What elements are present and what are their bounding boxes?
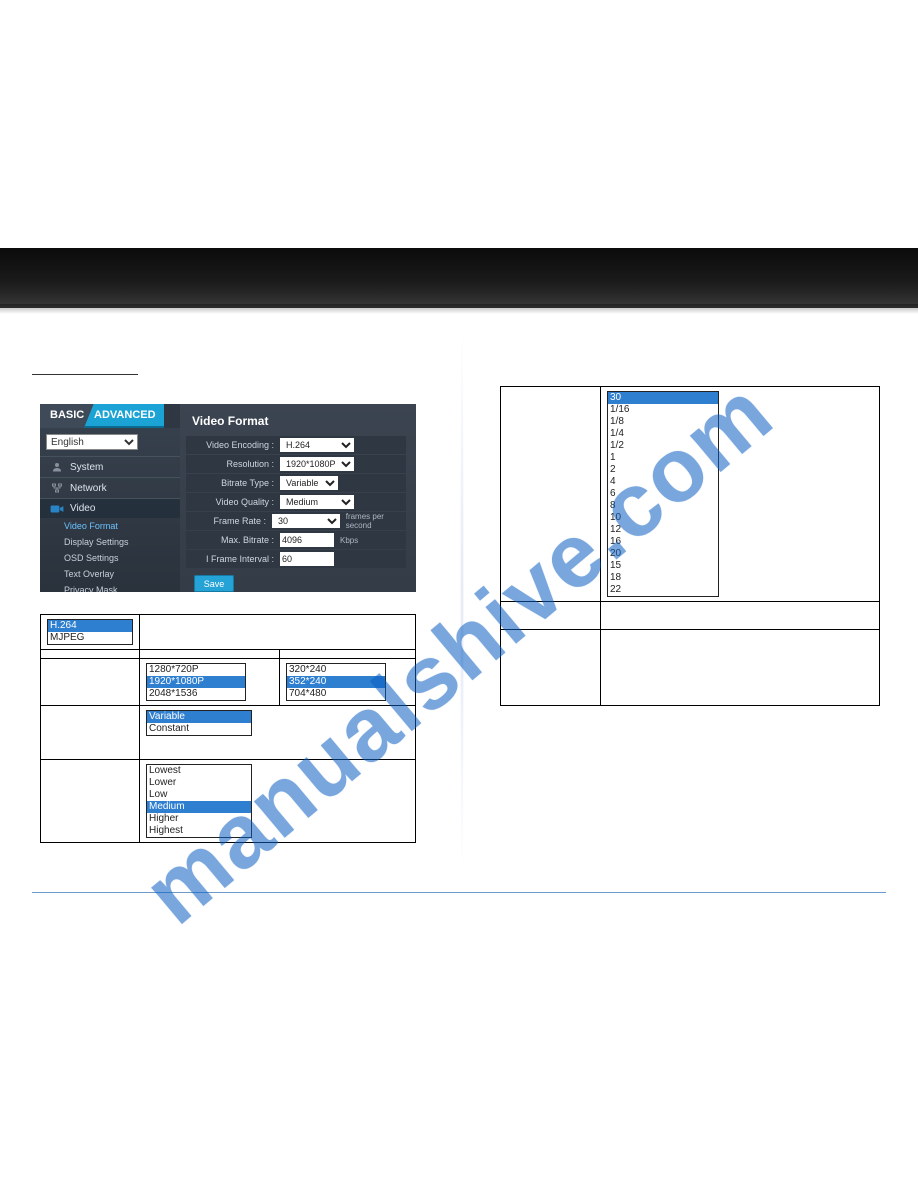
subitem-privacy-mask[interactable]: Privacy Mask [40,582,180,592]
option-item[interactable]: Low [147,789,251,801]
row-resolution: Resolution : 1920*1080P [186,455,406,473]
option-item[interactable]: 320*240 [287,664,385,676]
select-resolution[interactable]: 1920*1080P [280,457,354,471]
select-video-quality[interactable]: Medium [280,495,354,509]
option-item[interactable]: Lower [147,777,251,789]
option-item[interactable]: 1/2 [608,440,718,452]
option-item[interactable]: 704*480 [287,688,385,700]
unit-max-bitrate: Kbps [340,536,358,545]
select-bitrate-type[interactable]: Variable [280,476,338,490]
row-frame-rate: Frame Rate : 30 frames per second [186,512,406,530]
settings-form: Video Encoding : H.264 Resolution : 1920… [186,436,406,568]
label-iframe-interval: I Frame Interval : [186,554,274,564]
panel-title: Video Format [180,404,416,434]
options-resolution-main[interactable]: 1280*720P1920*1080P2048*1536 [146,663,246,701]
label-video-quality: Video Quality : [186,497,274,507]
option-item[interactable]: 1920*1080P [147,676,245,688]
select-frame-rate[interactable]: 30 [272,514,340,528]
option-item[interactable]: 15 [608,560,718,572]
options-video-encoding[interactable]: H.264MJPEG [47,619,133,645]
option-item[interactable]: 6 [608,488,718,500]
row-video-encoding: Video Encoding : H.264 [186,436,406,454]
option-item[interactable]: Variable [147,711,251,723]
option-item[interactable]: Higher [147,813,251,825]
video-submenu: Video Format Display Settings OSD Settin… [40,518,180,592]
option-item[interactable]: 1 [608,452,718,464]
sidebar-item-network[interactable]: Network [40,477,180,498]
option-item[interactable]: Highest [147,825,251,837]
left-options-table: H.264MJPEG 1280*720P1920*1080P2048*1536 … [40,614,416,843]
subitem-video-format[interactable]: Video Format [40,518,180,534]
label-max-bitrate: Max. Bitrate : [186,535,274,545]
option-item[interactable]: 2048*1536 [147,688,245,700]
tab-basic-label: BASIC [50,409,84,421]
row-iframe-interval: I Frame Interval : [186,550,406,568]
option-item[interactable]: 1/16 [608,404,718,416]
header-bar [0,248,918,308]
unit-frame-rate: frames per second [346,512,406,530]
language-select[interactable]: English [46,434,138,450]
sidebar-label-video: Video [70,503,95,514]
network-icon [50,482,64,494]
option-item[interactable]: 18 [608,572,718,584]
option-item[interactable]: 1/8 [608,416,718,428]
option-item[interactable]: 8 [608,500,718,512]
label-resolution: Resolution : [186,459,274,469]
save-button[interactable]: Save [194,575,234,592]
option-item[interactable]: 30 [608,392,718,404]
option-item[interactable]: 20 [608,548,718,560]
label-bitrate-type: Bitrate Type : [186,478,274,488]
sidebar-item-system[interactable]: System [40,456,180,477]
options-bitrate-type[interactable]: VariableConstant [146,710,252,736]
row-max-bitrate: Max. Bitrate : Kbps [186,531,406,549]
option-item[interactable]: 22 [608,584,718,596]
row-video-quality: Video Quality : Medium [186,493,406,511]
option-item[interactable]: 10 [608,512,718,524]
sidebar-menu: System Network Video Video Format Di [40,454,180,592]
tab-advanced-label: ADVANCED [94,409,156,421]
option-item[interactable]: 352*240 [287,676,385,688]
option-item[interactable]: 1280*720P [147,664,245,676]
option-item[interactable]: MJPEG [48,632,132,644]
select-video-encoding[interactable]: H.264 [280,438,354,452]
person-icon [50,461,64,473]
app-screenshot: BASIC ADVANCED English System Network [40,404,416,592]
label-video-encoding: Video Encoding : [186,440,274,450]
option-item[interactable]: 16 [608,536,718,548]
option-item[interactable]: 1/4 [608,428,718,440]
video-icon [50,504,64,514]
subitem-display-settings[interactable]: Display Settings [40,534,180,550]
column-divider [460,336,464,866]
option-item[interactable]: Medium [147,801,251,813]
options-video-quality[interactable]: LowestLowerLowMediumHigherHighest [146,764,252,838]
option-item[interactable]: Lowest [147,765,251,777]
label-frame-rate: Frame Rate : [186,516,266,526]
option-item[interactable]: Constant [147,723,251,735]
sidebar-item-video[interactable]: Video [40,498,180,518]
footer-rule [32,892,886,893]
option-item[interactable]: 4 [608,476,718,488]
options-resolution-sub[interactable]: 320*240352*240704*480 [286,663,386,701]
tab-advanced[interactable]: ADVANCED [84,404,164,428]
settings-panel: Video Format Video Encoding : H.264 Reso… [180,404,416,592]
input-max-bitrate[interactable] [280,533,334,547]
input-iframe-interval[interactable] [280,552,334,566]
option-item[interactable]: 2 [608,464,718,476]
options-frame-rate[interactable]: 301/161/81/41/21246810121620151822 [607,391,719,597]
sidebar: English System Network [40,428,180,592]
right-options-table: 301/161/81/41/21246810121620151822 [500,386,880,706]
sidebar-label-system: System [70,462,103,473]
row-bitrate-type: Bitrate Type : Variable [186,474,406,492]
subitem-osd-settings[interactable]: OSD Settings [40,550,180,566]
option-item[interactable]: 12 [608,524,718,536]
option-item[interactable]: H.264 [48,620,132,632]
subitem-text-overlay[interactable]: Text Overlay [40,566,180,582]
sidebar-label-network: Network [70,483,107,494]
section-underline [32,374,138,375]
page: manualshive.com BASIC ADVANCED English S… [0,0,918,1188]
